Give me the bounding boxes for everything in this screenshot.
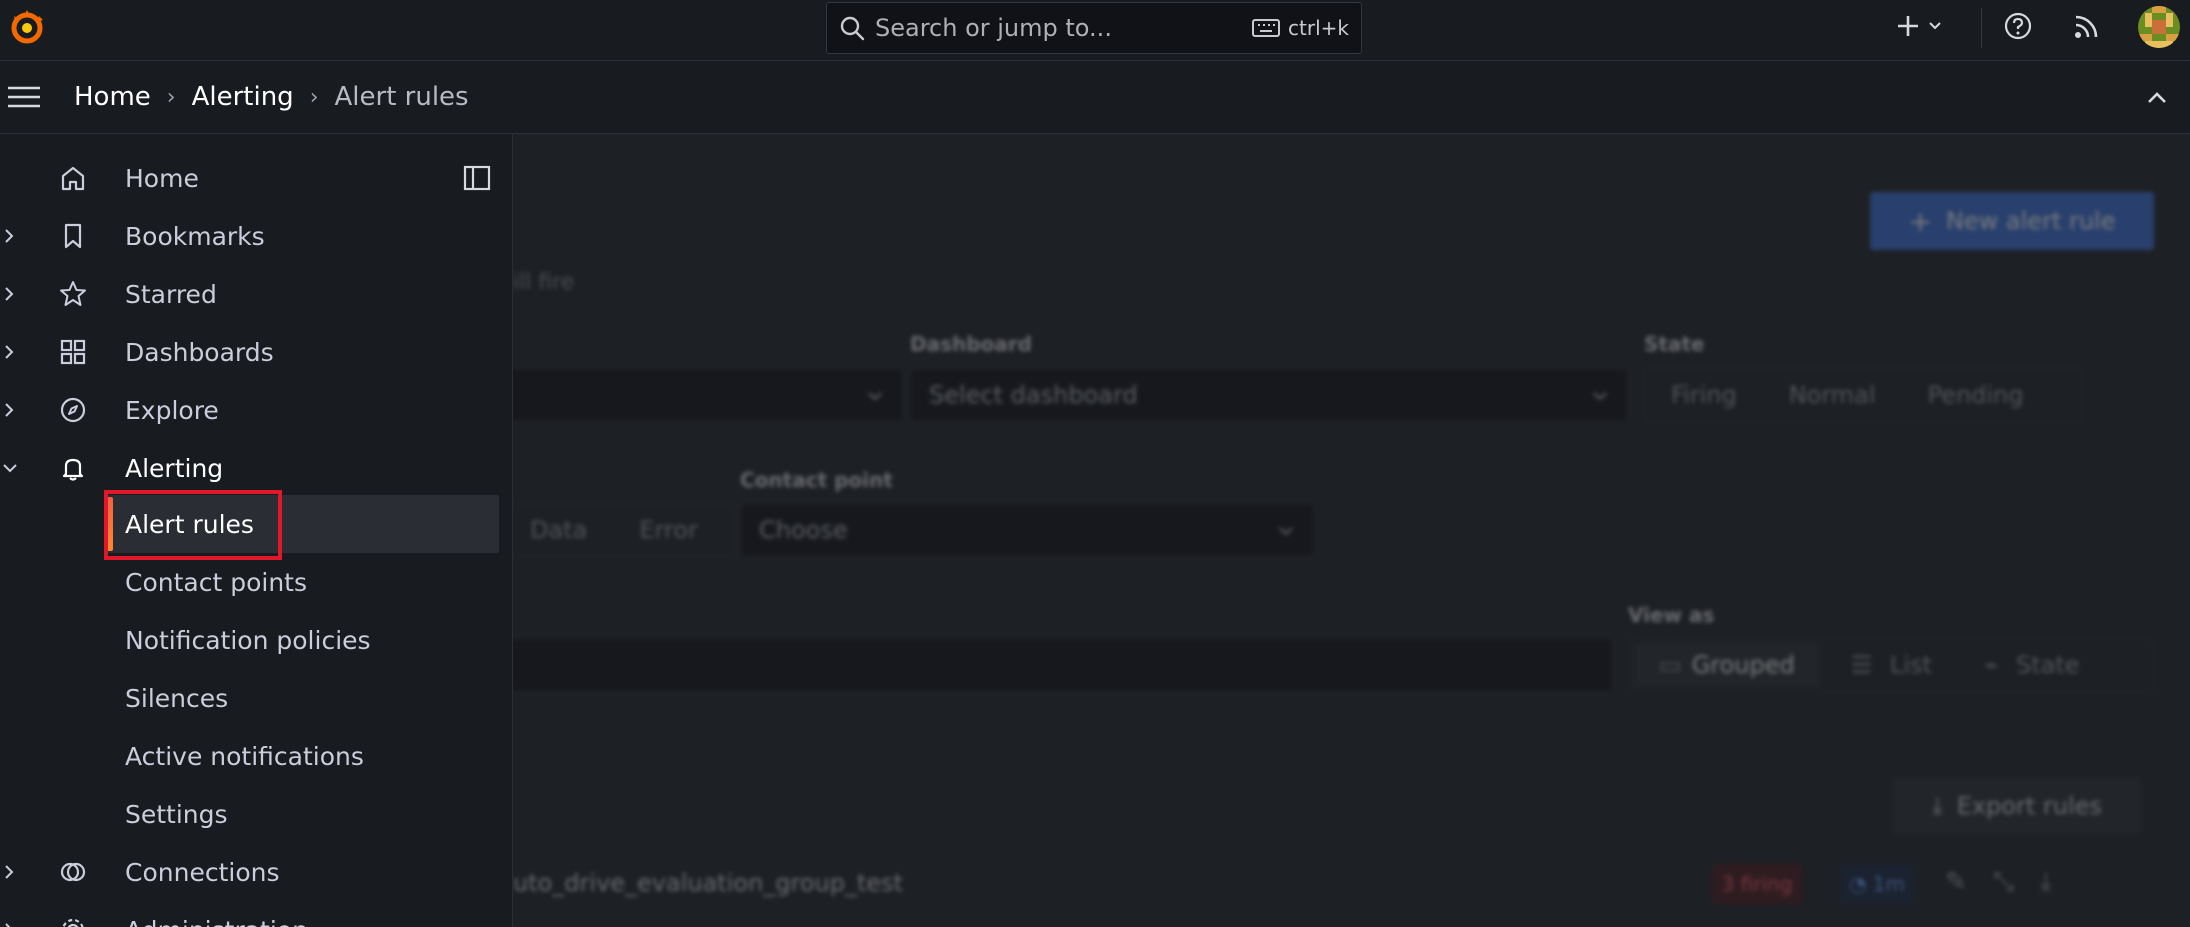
sidebar-item-label: Settings bbox=[125, 799, 228, 829]
chevron-right-icon: › bbox=[166, 84, 176, 110]
chevron-right-icon[interactable] bbox=[0, 226, 20, 246]
star-icon bbox=[60, 281, 86, 306]
menu-backdrop[interactable] bbox=[513, 134, 2190, 927]
search-placeholder: Search or jump to... bbox=[875, 14, 1112, 42]
sidebar-item-alert-rules[interactable]: Alert rules bbox=[107, 495, 499, 553]
gear-icon bbox=[62, 918, 84, 927]
topbar-divider bbox=[1981, 8, 1982, 48]
bookmark-icon bbox=[64, 223, 82, 249]
breadcrumb-home[interactable]: Home bbox=[74, 82, 151, 112]
sidebar-item-home[interactable]: Home bbox=[0, 149, 512, 207]
sidebar-item-label: Administration bbox=[125, 916, 308, 927]
search-bar[interactable]: Search or jump to... ctrl+k bbox=[826, 2, 1362, 54]
sidebar-item-alerting-settings[interactable]: Settings bbox=[107, 785, 499, 843]
sidebar-item-label: Alert rules bbox=[125, 509, 254, 539]
side-menu: Home Bookmarks Starred Dashboards Explor… bbox=[0, 134, 513, 927]
search-icon bbox=[840, 16, 865, 41]
sidebar-item-dashboards[interactable]: Dashboards bbox=[0, 323, 512, 381]
sidebar-item-label: Contact points bbox=[125, 567, 307, 597]
new-menu-button[interactable] bbox=[1895, 0, 1955, 52]
sidebar-item-label: Home bbox=[125, 163, 199, 193]
chevron-down-icon[interactable] bbox=[0, 458, 20, 478]
keyboard-shortcut: ctrl+k bbox=[1252, 16, 1349, 40]
news-button[interactable] bbox=[2072, 0, 2102, 52]
sidebar-item-silences[interactable]: Silences bbox=[107, 669, 499, 727]
sidebar-item-label: Alerting bbox=[125, 453, 224, 483]
chevron-right-icon[interactable] bbox=[0, 862, 20, 882]
sidebar-item-connections[interactable]: Connections bbox=[0, 843, 512, 901]
sidebar-item-notification-policies[interactable]: Notification policies bbox=[107, 611, 499, 669]
chevron-right-icon: › bbox=[309, 84, 319, 110]
sidebar-item-label: Notification policies bbox=[125, 625, 371, 655]
bell-icon bbox=[62, 458, 84, 481]
sidebar-item-starred[interactable]: Starred bbox=[0, 265, 512, 323]
home-icon bbox=[61, 166, 85, 191]
chevron-right-icon[interactable] bbox=[0, 400, 20, 420]
main-content: + New alert rule ill fire Dashboard Sele… bbox=[513, 134, 2190, 927]
menu-icon[interactable] bbox=[6, 85, 42, 109]
sidebar-item-label: Connections bbox=[125, 857, 280, 887]
connections-icon bbox=[60, 862, 86, 882]
chevron-right-icon[interactable] bbox=[0, 920, 20, 927]
apps-icon bbox=[60, 339, 86, 365]
sidebar-item-label: Bookmarks bbox=[125, 221, 265, 251]
help-button[interactable] bbox=[2003, 0, 2033, 52]
rss-icon bbox=[2075, 15, 2098, 38]
breadcrumb-bar: Home › Alerting › Alert rules bbox=[0, 61, 2190, 134]
sidebar-item-active-notifications[interactable]: Active notifications bbox=[107, 727, 499, 785]
grafana-logo-icon[interactable] bbox=[6, 6, 48, 48]
avatar-icon bbox=[2138, 6, 2180, 48]
sidebar-item-bookmarks[interactable]: Bookmarks bbox=[0, 207, 512, 265]
sidebar-item-label: Explore bbox=[125, 395, 219, 425]
chevron-right-icon[interactable] bbox=[0, 342, 20, 362]
plus-icon bbox=[1898, 16, 1918, 36]
sidebar-item-label: Active notifications bbox=[125, 741, 364, 771]
sidebar-item-explore[interactable]: Explore bbox=[0, 381, 512, 439]
top-bar: Search or jump to... ctrl+k bbox=[0, 0, 2190, 61]
sidebar-item-label: Starred bbox=[125, 279, 217, 309]
sidebar-item-administration[interactable]: Administration bbox=[0, 901, 512, 927]
sidebar-item-alerting[interactable]: Alerting bbox=[0, 439, 512, 497]
sidebar-item-contact-points[interactable]: Contact points bbox=[107, 553, 499, 611]
keyboard-icon bbox=[1252, 19, 1281, 37]
breadcrumb-alert-rules: Alert rules bbox=[334, 82, 469, 112]
shortcut-text: ctrl+k bbox=[1288, 16, 1349, 40]
sidebar-item-label: Silences bbox=[125, 683, 229, 713]
sidebar-item-label: Dashboards bbox=[125, 337, 274, 367]
chevron-right-icon[interactable] bbox=[0, 284, 20, 304]
chevron-down-icon bbox=[1929, 22, 1941, 30]
help-icon bbox=[2004, 12, 2032, 40]
user-avatar[interactable] bbox=[2138, 6, 2180, 48]
chevron-up-icon[interactable] bbox=[2144, 85, 2170, 111]
breadcrumb-alerting[interactable]: Alerting bbox=[192, 82, 294, 112]
compass-icon bbox=[60, 397, 86, 423]
